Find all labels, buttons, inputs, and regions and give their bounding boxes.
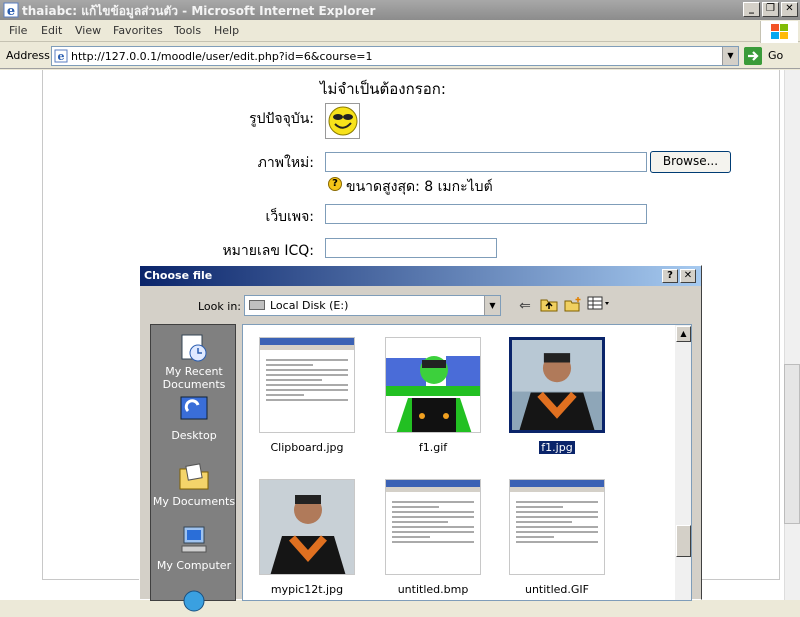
close-window-button[interactable]: ✕ xyxy=(781,2,798,17)
file-item[interactable]: mypic12t.jpg xyxy=(257,479,357,609)
file-thumbnail xyxy=(385,479,481,575)
place-label: Desktop xyxy=(171,429,217,442)
window-title: thaiabc: แก้ไขข้อมูลส่วนตัว - Microsoft … xyxy=(22,4,376,18)
new-picture-label: ภาพใหม่: xyxy=(257,155,314,171)
icq-input[interactable] xyxy=(325,238,497,258)
minimize-icon: _ xyxy=(749,3,754,14)
view-menu-icon xyxy=(587,296,609,310)
dialog-close-button[interactable]: ✕ xyxy=(680,269,696,283)
restore-icon: ❐ xyxy=(766,3,775,14)
file-name: f1.gif xyxy=(418,441,448,454)
scroll-up-button[interactable]: ▲ xyxy=(676,326,691,342)
file-item[interactable]: untitled.bmp xyxy=(383,479,483,609)
chevron-down-icon: ▼ xyxy=(727,51,734,60)
file-list-scroll-thumb[interactable] xyxy=(676,525,691,557)
smiley-avatar-icon xyxy=(328,106,358,136)
windows-throbber xyxy=(760,21,798,43)
file-item[interactable]: Clipboard.jpg xyxy=(257,337,357,467)
current-picture xyxy=(325,103,360,139)
go-label: Go xyxy=(768,49,784,62)
photo-thumbnail-icon xyxy=(512,340,602,430)
icq-label: หมายเลข ICQ: xyxy=(222,243,314,259)
choose-file-dialog: Choose file ? ✕ Look in: Local Disk (E:)… xyxy=(139,265,702,612)
address-input[interactable]: e http://127.0.0.1/moodle/user/edit.php?… xyxy=(51,46,739,66)
menu-view[interactable]: View xyxy=(75,24,101,37)
file-thumbnail xyxy=(259,337,355,433)
desktop-icon xyxy=(180,396,208,420)
photo-gif-thumbnail-icon xyxy=(386,338,480,432)
view-menu-button[interactable] xyxy=(586,296,612,316)
chevron-down-icon: ▼ xyxy=(489,301,496,310)
file-item[interactable]: f1.gif xyxy=(383,337,483,467)
network-places-icon xyxy=(183,590,205,612)
menu-bar: File Edit View Favorites Tools Help xyxy=(0,20,800,42)
look-in-dropdown-button[interactable]: ▼ xyxy=(484,296,500,315)
webpage-label: เว็บเพจ: xyxy=(265,209,314,225)
file-thumbnail xyxy=(509,479,605,575)
svg-text:e: e xyxy=(58,50,65,63)
dialog-help-button[interactable]: ? xyxy=(662,269,678,283)
look-in-value: Local Disk (E:) xyxy=(270,299,349,312)
address-url: http://127.0.0.1/moodle/user/edit.php?id… xyxy=(71,50,373,63)
place-label: My Recent Documents xyxy=(162,365,226,391)
svg-text:e: e xyxy=(7,4,15,18)
dialog-title-bar[interactable]: Choose file ? ✕ xyxy=(140,266,701,286)
file-thumbnail xyxy=(259,479,355,575)
menu-edit[interactable]: Edit xyxy=(41,24,62,37)
look-in-label: Look in: xyxy=(198,300,241,313)
windows-flag-icon xyxy=(771,24,788,39)
maximize-button[interactable]: ❐ xyxy=(762,2,779,17)
back-button[interactable]: ⇐ xyxy=(514,296,536,316)
file-thumbnail xyxy=(385,337,481,433)
file-name: f1.jpg xyxy=(539,441,575,454)
menu-file[interactable]: File xyxy=(9,24,27,37)
new-picture-input[interactable] xyxy=(325,152,647,172)
optional-section-title: ไม่จำเป็นต้องกรอก: xyxy=(320,80,446,98)
go-arrow-icon xyxy=(744,47,762,65)
dialog-title: Choose file xyxy=(144,269,213,282)
file-name: Clipboard.jpg xyxy=(270,441,344,454)
address-label: Address xyxy=(6,49,50,62)
webpage-input[interactable] xyxy=(325,204,647,224)
minimize-button[interactable]: _ xyxy=(743,2,760,17)
menu-help[interactable]: Help xyxy=(214,24,239,37)
file-item[interactable]: untitled.GIF xyxy=(507,479,607,609)
close-icon: ✕ xyxy=(785,3,794,14)
file-item-selected[interactable]: f1.jpg xyxy=(507,337,607,467)
file-name: mypic12t.jpg xyxy=(270,583,344,596)
file-list: Clipboard.jpg f1.gif f1.jpg mypic12t.jpg… xyxy=(242,324,692,601)
up-folder-icon xyxy=(540,299,558,312)
file-list-scrollbar[interactable] xyxy=(675,325,691,600)
max-size-note: ขนาดสูงสุด: 8 เมกะไบต์ xyxy=(346,179,493,195)
file-name: untitled.bmp xyxy=(397,583,469,596)
my-computer-icon xyxy=(181,526,207,553)
menu-favorites[interactable]: Favorites xyxy=(113,24,163,37)
menu-tools[interactable]: Tools xyxy=(174,24,201,37)
places-bar: My Recent Documents Desktop My Documents… xyxy=(150,324,236,612)
current-picture-label: รูปปัจจุบัน: xyxy=(249,111,314,127)
up-folder-button[interactable] xyxy=(538,296,560,316)
address-bar: Address e http://127.0.0.1/moodle/user/e… xyxy=(0,43,800,69)
hard-disk-icon xyxy=(249,300,265,310)
recent-documents-icon xyxy=(181,334,207,362)
page-icon: e xyxy=(54,49,68,63)
look-in-dropdown[interactable]: Local Disk (E:) ▼ xyxy=(244,295,501,316)
browse-button[interactable]: Browse... xyxy=(650,151,731,173)
address-dropdown-button[interactable]: ▼ xyxy=(722,47,738,65)
page-scroll-thumb[interactable] xyxy=(784,364,800,524)
back-arrow-icon: ⇐ xyxy=(519,298,531,314)
file-name: untitled.GIF xyxy=(524,583,590,596)
help-icon[interactable]: ? xyxy=(328,177,342,191)
file-thumbnail xyxy=(509,337,605,433)
place-label: My Computer xyxy=(156,559,232,572)
my-documents-icon xyxy=(179,463,209,490)
new-folder-button[interactable] xyxy=(562,296,584,316)
photo-thumbnail-icon xyxy=(260,480,354,574)
ie-logo-icon: e xyxy=(3,2,19,18)
chevron-up-icon: ▲ xyxy=(680,329,687,338)
place-label: My Documents xyxy=(152,495,236,508)
new-folder-icon xyxy=(564,297,581,312)
go-button[interactable]: Go xyxy=(744,47,796,65)
window-title-bar[interactable]: e thaiabc: แก้ไขข้อมูลส่วนตัว - Microsof… xyxy=(0,0,800,20)
